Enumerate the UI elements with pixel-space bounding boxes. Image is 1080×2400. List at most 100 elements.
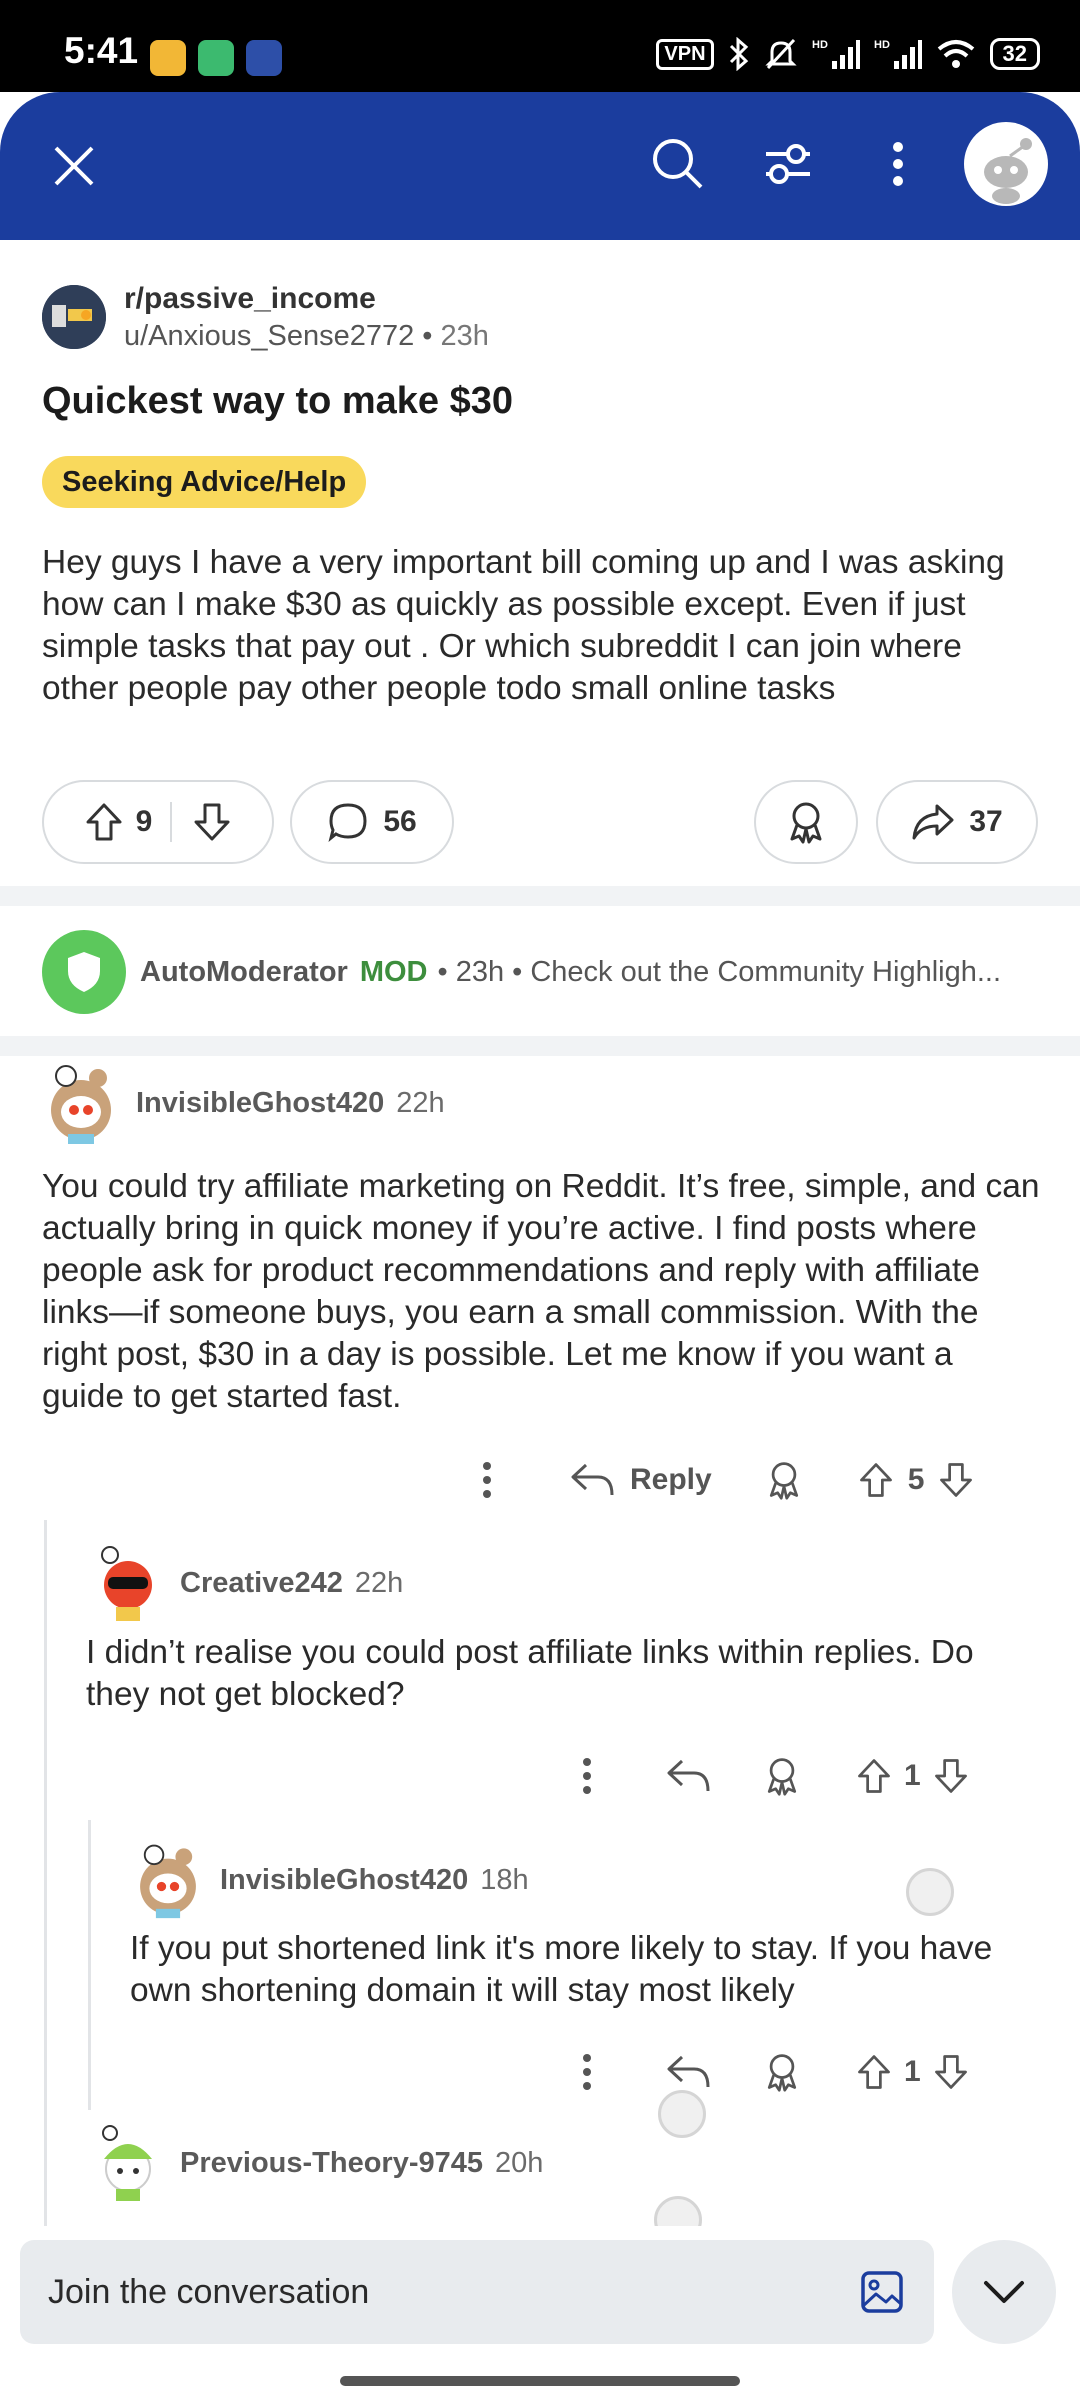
automod-meta: • 23h • Check out the Community Highligh… [437, 955, 1002, 988]
vote-count: 5 [907, 1463, 925, 1496]
comment-avatar[interactable] [88, 2123, 168, 2203]
post-flair[interactable]: Seeking Advice/Help [42, 456, 367, 508]
comment-actions: 1 [560, 1746, 1020, 1806]
more-vertical-icon [583, 1758, 591, 1794]
comments-button[interactable]: 56 [290, 780, 454, 864]
comment-header: Previous-Theory-9745 20h [88, 2120, 543, 2206]
image-icon[interactable] [860, 2270, 904, 2314]
user-avatar-button[interactable] [964, 122, 1048, 206]
comment-username[interactable]: InvisibleGhost420 [136, 1087, 384, 1120]
upvote-icon[interactable] [82, 800, 126, 844]
award-icon [767, 2054, 797, 2092]
comment-composer[interactable]: Join the conversation [20, 2240, 934, 2344]
post-time: 23h [440, 319, 489, 352]
comment-username[interactable]: InvisibleGhost420 [220, 1864, 468, 1897]
filter-icon [766, 144, 810, 184]
snoo-ghost-avatar-icon [51, 1065, 111, 1144]
collapse-button[interactable] [952, 2240, 1056, 2344]
comment-more-button[interactable] [560, 2053, 614, 2091]
downvote-icon[interactable] [936, 1460, 976, 1500]
downvote-icon[interactable] [931, 1756, 971, 1796]
post-author[interactable]: u/Anxious_Sense2772 [124, 320, 414, 352]
post-body: Hey guys I have a very important bill co… [42, 544, 1005, 707]
search-button[interactable] [642, 128, 714, 200]
automod-comment[interactable]: AutoModerator MOD • 23h • Check out the … [42, 930, 1052, 1014]
shield-icon [68, 952, 100, 992]
snoo-ghost-avatar-icon [140, 1844, 196, 1919]
vote-count: 1 [904, 1759, 921, 1792]
award-button[interactable] [754, 780, 858, 864]
post-header: r/passive_income u/Anxious_Sense2772 • 2… [42, 282, 489, 352]
comment-username[interactable]: Creative242 [180, 1567, 343, 1600]
snoo-avatar-icon [984, 138, 1032, 204]
close-icon [54, 146, 94, 186]
comment-time: 18h [480, 1863, 529, 1896]
status-time: 5:41 [64, 30, 139, 71]
vote-controls: 1 [854, 2052, 971, 2092]
section-divider [0, 886, 1080, 906]
reply-button[interactable] [666, 2053, 710, 2091]
subreddit-name[interactable]: r/passive_income [124, 282, 489, 316]
comment-body: I didn’t realise you could post affiliat… [86, 1634, 974, 1713]
comment-count: 56 [383, 805, 417, 838]
vpn-icon: VPN [656, 38, 714, 70]
comment-time: 22h [354, 1566, 404, 1599]
comment-more-button[interactable] [560, 1757, 614, 1795]
mail-app-icon [150, 40, 186, 76]
reply-icon [571, 1463, 614, 1496]
reply-button[interactable]: Reply [570, 1461, 712, 1499]
downvote-icon[interactable] [190, 800, 234, 844]
status-bar: 5:41 VPN HD HD 32 [0, 0, 1080, 92]
comment-avatar[interactable] [128, 1840, 208, 1920]
comment-avatar[interactable] [38, 1060, 124, 1146]
battery-icon: 32 [989, 38, 1040, 70]
comment-username[interactable]: Previous-Theory-9745 [180, 2147, 483, 2180]
search-icon [653, 139, 703, 189]
comment-actions: 1 [560, 2042, 1020, 2102]
vote-controls: 1 [854, 1756, 971, 1796]
signal-icon-2: HD [874, 39, 922, 69]
comment-header: InvisibleGhost420 22h [38, 1058, 445, 1148]
meta-separator: • [422, 319, 441, 352]
post-title: Quickest way to make $30 [42, 380, 514, 422]
close-button[interactable] [40, 132, 108, 200]
subreddit-avatar-icon [42, 285, 106, 349]
composer-placeholder: Join the conversation [48, 2272, 370, 2311]
subreddit-avatar[interactable] [42, 285, 106, 349]
award-button[interactable] [762, 2050, 802, 2094]
more-vertical-icon [483, 1462, 491, 1498]
snoo-green-hat-avatar-icon [102, 2125, 152, 2201]
share-count: 37 [969, 805, 1003, 838]
section-divider [0, 1036, 1080, 1056]
automod-name[interactable]: AutoModerator [140, 956, 348, 989]
comment-more-button[interactable] [460, 1461, 514, 1499]
sync-app-icon [198, 40, 234, 76]
comment-header: Creative242 22h [88, 1540, 403, 1626]
share-button[interactable]: 37 [876, 780, 1038, 864]
award-button[interactable] [764, 1458, 804, 1502]
comment-time: 20h [495, 2146, 544, 2179]
comment-body: You could try affiliate marketing on Red… [42, 1168, 1040, 1415]
svg-text:HD: HD [812, 39, 828, 51]
vote-pill: 9 [42, 780, 274, 864]
reply-icon [667, 2055, 710, 2088]
upvote-icon[interactable] [854, 2052, 894, 2092]
comment-time: 22h [396, 1086, 445, 1119]
share-icon [912, 804, 954, 840]
reply-button[interactable] [666, 1757, 710, 1795]
comment-body: If you put shortened link it's more like… [130, 1930, 993, 2009]
touch-indicator [658, 2090, 706, 2138]
upvote-icon[interactable] [856, 1460, 896, 1500]
downvote-icon[interactable] [931, 2052, 971, 2092]
svg-text:HD: HD [874, 39, 890, 51]
more-options-button[interactable] [862, 128, 934, 200]
filter-button[interactable] [752, 128, 824, 200]
award-button[interactable] [762, 1754, 802, 1798]
upvote-icon[interactable] [854, 1756, 894, 1796]
award-icon [769, 1462, 798, 1500]
comment-avatar[interactable] [88, 1543, 168, 1623]
vote-controls: 5 [856, 1460, 977, 1500]
touch-indicator [906, 1868, 954, 1916]
home-indicator[interactable] [340, 2376, 740, 2386]
signal-icon: HD [812, 39, 860, 69]
